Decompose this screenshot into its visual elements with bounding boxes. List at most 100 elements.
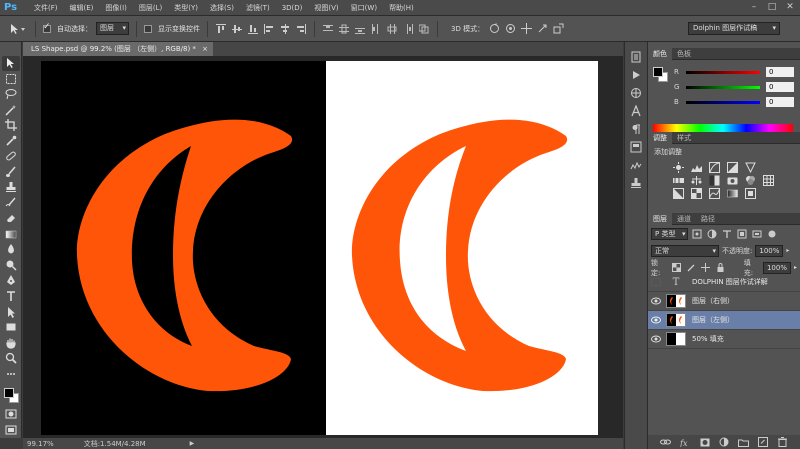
menu-file[interactable]: 文件(F) bbox=[28, 0, 64, 16]
align-left-icon[interactable] bbox=[263, 23, 275, 35]
filter-type-icon[interactable] bbox=[721, 228, 733, 240]
visibility-toggle[interactable] bbox=[648, 297, 664, 305]
move-tool-preset-picker[interactable] bbox=[6, 20, 28, 38]
distribute-top-icon[interactable] bbox=[322, 23, 334, 35]
align-hcenter-icon[interactable] bbox=[279, 23, 291, 35]
vibrance-icon[interactable] bbox=[744, 162, 756, 173]
align-bottom-icon[interactable] bbox=[247, 23, 259, 35]
opacity-arrow-icon[interactable]: ▸ bbox=[786, 247, 789, 254]
exposure-icon[interactable] bbox=[726, 162, 738, 173]
panel-foreground-swatch[interactable] bbox=[653, 67, 663, 77]
pen-tool[interactable] bbox=[2, 273, 20, 288]
brightness-contrast-icon[interactable] bbox=[672, 162, 684, 173]
history-panel-button[interactable] bbox=[628, 50, 644, 64]
fill-input[interactable]: 100% bbox=[762, 261, 791, 274]
lock-transparent-icon[interactable] bbox=[670, 262, 682, 274]
character-panel-button[interactable] bbox=[628, 104, 644, 118]
history-brush-tool[interactable] bbox=[2, 196, 20, 211]
menu-image[interactable]: 图像(I) bbox=[99, 0, 133, 16]
color-lookup-icon[interactable] bbox=[762, 175, 774, 186]
marquee-tool[interactable] bbox=[2, 72, 20, 87]
visibility-toggle[interactable] bbox=[648, 278, 664, 286]
blue-value-input[interactable]: 0 bbox=[766, 97, 794, 107]
minimize-button[interactable]: – bbox=[748, 2, 760, 13]
menu-window[interactable]: 窗口(W) bbox=[345, 0, 383, 16]
tool-presets-button[interactable] bbox=[628, 140, 644, 154]
distribute-left-icon[interactable] bbox=[370, 23, 382, 35]
show-transform-checkbox[interactable] bbox=[144, 24, 152, 33]
lock-pixels-icon[interactable] bbox=[685, 262, 697, 274]
filter-smart-object-icon[interactable] bbox=[751, 228, 763, 240]
filter-shape-icon[interactable] bbox=[736, 228, 748, 240]
tab-layers[interactable]: 图层 bbox=[648, 212, 672, 225]
navigator-panel-button[interactable] bbox=[628, 86, 644, 100]
3d-scale-icon[interactable] bbox=[552, 23, 564, 35]
layer-row-left[interactable]: 图层（左侧） bbox=[648, 311, 800, 330]
distribute-bottom-icon[interactable] bbox=[354, 23, 366, 35]
close-button[interactable]: ✕ bbox=[784, 2, 796, 13]
workspace-switcher[interactable]: Dolphin 图层作试稿 bbox=[688, 22, 780, 35]
status-menu-arrow[interactable]: ▶ bbox=[190, 440, 195, 447]
menu-layer[interactable]: 图层(L) bbox=[133, 0, 168, 16]
filter-toggle-icon[interactable] bbox=[766, 228, 778, 240]
menu-select[interactable]: 选择(S) bbox=[204, 0, 240, 16]
tab-paths[interactable]: 路径 bbox=[696, 213, 720, 225]
clone-source-button[interactable] bbox=[628, 176, 644, 190]
layer-row-right[interactable]: 图层（右侧） bbox=[648, 292, 800, 311]
new-group-icon[interactable] bbox=[737, 437, 749, 447]
visibility-toggle[interactable] bbox=[648, 316, 664, 324]
color-swatches[interactable] bbox=[2, 386, 20, 407]
delete-layer-icon[interactable] bbox=[776, 437, 788, 447]
auto-select-checkbox[interactable] bbox=[43, 22, 51, 33]
green-value-input[interactable]: 0 bbox=[766, 82, 794, 92]
crop-tool[interactable] bbox=[2, 118, 20, 133]
foreground-color-swatch[interactable] bbox=[3, 387, 14, 398]
align-top-icon[interactable] bbox=[215, 23, 227, 35]
lock-all-icon[interactable] bbox=[715, 262, 727, 274]
filter-adjustment-icon[interactable] bbox=[706, 228, 718, 240]
brush-presets-button[interactable] bbox=[628, 158, 644, 172]
eyedropper-tool[interactable] bbox=[2, 134, 20, 149]
quick-selection-tool[interactable] bbox=[2, 103, 20, 118]
menu-filter[interactable]: 滤镜(T) bbox=[240, 0, 276, 16]
layer-filter-kind-dropdown[interactable]: P 类型 bbox=[651, 227, 689, 240]
visibility-toggle[interactable] bbox=[648, 335, 664, 343]
menu-type[interactable]: 类型(Y) bbox=[168, 0, 204, 16]
link-layers-icon[interactable] bbox=[660, 437, 672, 447]
type-tool[interactable] bbox=[2, 289, 20, 304]
menu-3d[interactable]: 3D(D) bbox=[276, 0, 309, 16]
new-layer-icon[interactable] bbox=[757, 437, 769, 447]
paragraph-panel-button[interactable] bbox=[628, 122, 644, 136]
3d-roll-icon[interactable] bbox=[504, 23, 516, 35]
channel-mixer-icon[interactable] bbox=[744, 175, 756, 186]
clone-stamp-tool[interactable] bbox=[2, 180, 20, 195]
hand-tool[interactable] bbox=[2, 335, 20, 350]
align-vcenter-icon[interactable] bbox=[231, 23, 243, 35]
tab-swatches[interactable]: 色板 bbox=[672, 48, 696, 60]
3d-slide-icon[interactable] bbox=[536, 23, 548, 35]
zoom-tool[interactable] bbox=[2, 351, 20, 366]
photo-filter-icon[interactable] bbox=[726, 175, 738, 186]
screen-mode-button[interactable] bbox=[2, 423, 20, 438]
tab-styles[interactable]: 样式 bbox=[672, 132, 696, 144]
distribute-right-icon[interactable] bbox=[402, 23, 414, 35]
filter-pixel-icon[interactable] bbox=[691, 228, 703, 240]
quick-mask-button[interactable] bbox=[2, 407, 20, 422]
opacity-input[interactable]: 100% bbox=[755, 244, 784, 257]
3d-pan-icon[interactable] bbox=[520, 23, 532, 35]
gradient-map-icon[interactable] bbox=[726, 188, 738, 199]
levels-icon[interactable] bbox=[690, 162, 702, 173]
color-balance-icon[interactable] bbox=[690, 175, 702, 186]
distribute-hcenter-icon[interactable] bbox=[386, 23, 398, 35]
red-slider[interactable] bbox=[686, 70, 760, 74]
document-close-button[interactable]: × bbox=[202, 45, 208, 53]
maximize-button[interactable]: □ bbox=[766, 2, 778, 13]
shape-tool[interactable] bbox=[2, 320, 20, 335]
lock-position-icon[interactable] bbox=[700, 262, 712, 274]
fill-arrow-icon[interactable]: ▸ bbox=[794, 264, 797, 271]
brush-tool[interactable] bbox=[2, 165, 20, 180]
blend-mode-dropdown[interactable]: 正常 bbox=[651, 244, 719, 257]
tab-channels[interactable]: 通道 bbox=[672, 213, 696, 225]
blue-slider[interactable] bbox=[686, 100, 760, 104]
add-mask-icon[interactable] bbox=[699, 437, 711, 447]
